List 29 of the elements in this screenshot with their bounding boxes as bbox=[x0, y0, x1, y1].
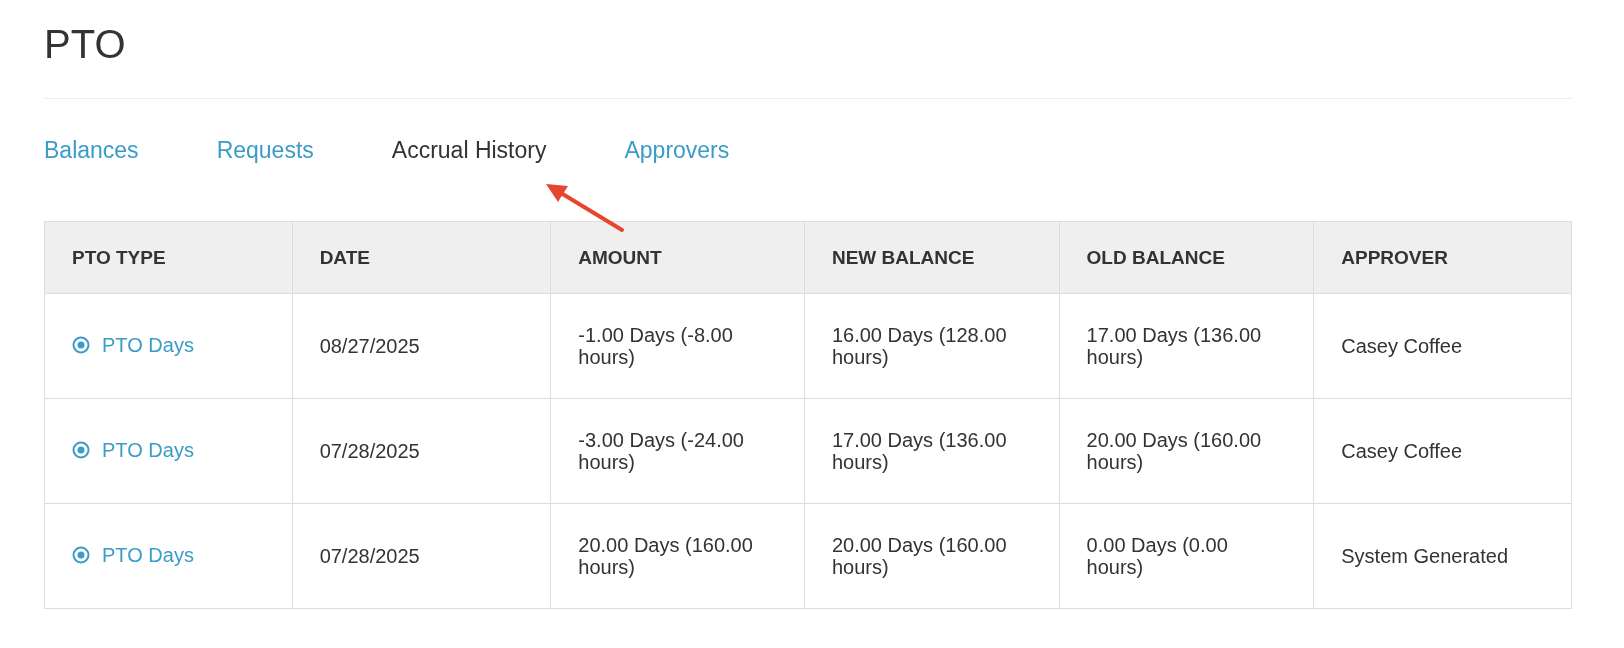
column-header: OLD BALANCE bbox=[1059, 221, 1314, 294]
table-cell: -3.00 Days (-24.00 hours) bbox=[550, 398, 805, 504]
column-header: DATE bbox=[292, 221, 551, 294]
table-cell: 07/28/2025 bbox=[292, 398, 551, 504]
pto-type-link[interactable]: PTO Days bbox=[72, 544, 194, 566]
tab[interactable]: Requests bbox=[216, 135, 314, 165]
table-cell: 20.00 Days (160.00 hours) bbox=[1059, 398, 1314, 504]
table-cell: 07/28/2025 bbox=[292, 503, 551, 609]
table-cell: Casey Coffee bbox=[1313, 398, 1572, 504]
pto-type-link[interactable]: PTO Days bbox=[72, 439, 194, 461]
column-header: APPROVER bbox=[1313, 221, 1572, 294]
table-cell: 08/27/2025 bbox=[292, 293, 551, 399]
table-cell: 20.00 Days (160.00 hours) bbox=[550, 503, 805, 609]
table-cell: Casey Coffee bbox=[1313, 293, 1572, 399]
table-cell: 16.00 Days (128.00 hours) bbox=[804, 293, 1060, 399]
table-cell: 0.00 Days (0.00 hours) bbox=[1059, 503, 1314, 609]
table-cell: 17.00 Days (136.00 hours) bbox=[1059, 293, 1314, 399]
column-header: NEW BALANCE bbox=[804, 221, 1060, 294]
column-header: PTO TYPE bbox=[44, 221, 293, 294]
tab[interactable]: Accrual History bbox=[391, 135, 547, 165]
pto-type-link[interactable]: PTO Days bbox=[72, 334, 194, 356]
table-cell: 17.00 Days (136.00 hours) bbox=[804, 398, 1060, 504]
table-cell: -1.00 Days (-8.00 hours) bbox=[550, 293, 805, 399]
tab[interactable]: Balances bbox=[44, 135, 139, 165]
table-cell: 20.00 Days (160.00 hours) bbox=[804, 503, 1060, 609]
column-header: AMOUNT bbox=[550, 221, 805, 294]
page-title: PTO bbox=[44, 22, 126, 66]
table-cell: System Generated bbox=[1313, 503, 1572, 609]
tab[interactable]: Approvers bbox=[624, 135, 730, 165]
